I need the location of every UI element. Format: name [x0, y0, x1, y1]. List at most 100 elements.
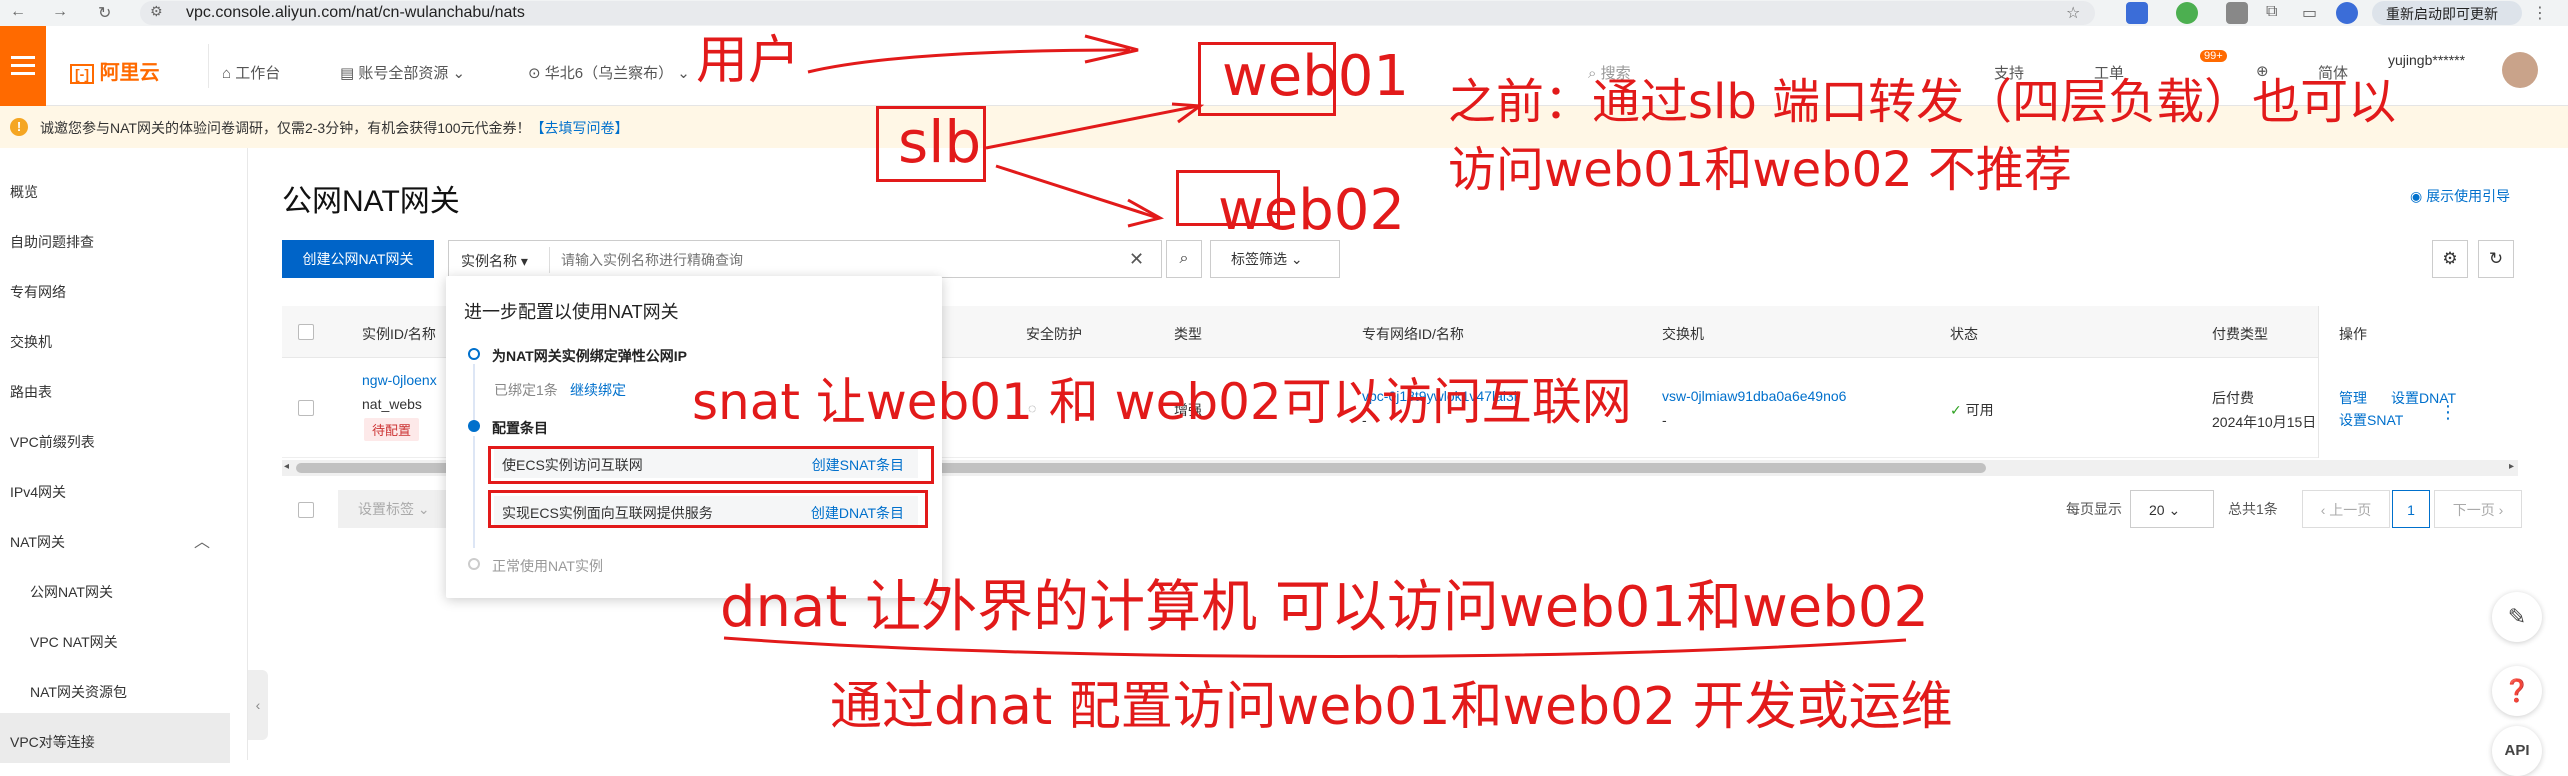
feedback-icon[interactable]: ❓	[2492, 666, 2542, 716]
manage-link[interactable]: 管理	[2339, 388, 2367, 408]
console-header: [-] 阿里云 ⌂ 工作台 ▤ 账号全部资源 ⌄ ⊙ 华北6（乌兰察布） ⌄ ⌕…	[0, 26, 2568, 106]
sidebar-collapse-handle[interactable]: ‹	[248, 670, 268, 740]
url-text[interactable]: vpc.console.aliyun.com/nat/cn-wulanchabu…	[186, 4, 525, 22]
sidebar-item-overview[interactable]: 概览	[10, 182, 38, 202]
sidebar-item-vpc-peering[interactable]: VPC对等连接	[10, 732, 95, 752]
api-icon[interactable]: API	[2492, 726, 2542, 776]
col-status: 状态	[1950, 326, 1978, 342]
work-order-link[interactable]: 工单	[2094, 62, 2124, 83]
help-icon[interactable]: ⊕	[2256, 62, 2269, 80]
sidebar-item-vswitch[interactable]: 交换机	[10, 332, 52, 352]
tag-filter-dropdown[interactable]: 标签筛选 ⌄	[1210, 240, 1340, 278]
account-resources-dropdown[interactable]: ▤ 账号全部资源 ⌄	[340, 62, 465, 83]
user-name[interactable]: yujingb******	[2388, 52, 2465, 68]
set-snat-link[interactable]: 设置SNAT	[2339, 410, 2403, 430]
step1-title: 为NAT网关实例绑定弹性公网IP	[492, 348, 687, 364]
vpc-link[interactable]: vpc-0j18t9ywlok1v47lal3l	[1362, 388, 1517, 404]
search-icon[interactable]: ⌕	[1166, 240, 1202, 278]
col-security: 安全防护	[1026, 326, 1082, 342]
sidebar-item-nat-package[interactable]: NAT网关资源包	[30, 682, 127, 702]
create-dnat-link[interactable]: 创建DNAT条目	[811, 503, 904, 523]
step1-bound: 已绑定1条	[494, 382, 558, 398]
sidebar-item-vpc-nat[interactable]: VPC NAT网关	[30, 632, 118, 652]
extension-gray-icon[interactable]	[2226, 2, 2248, 24]
refresh-icon[interactable]: ↻	[2478, 240, 2514, 278]
sidebar: 概览 自助问题排查 专有网络 交换机 路由表 VPC前缀列表 IPv4网关 NA…	[0, 148, 248, 763]
star-icon[interactable]: ☆	[2066, 3, 2080, 23]
survey-notice: ! 诚邀您参与NAT网关的体验问卷调研，仅需2-3分钟，有机会获得100元代金券…	[0, 106, 2568, 148]
col-ops: 操作	[2339, 326, 2367, 342]
reload-icon[interactable]: ↻	[98, 3, 111, 23]
annotation-web02: web02	[1218, 178, 1406, 243]
chevron-up-icon[interactable]: ︿	[194, 528, 210, 552]
sidebar-item-prefix-list[interactable]: VPC前缀列表	[10, 432, 95, 452]
site-info-icon[interactable]: ⚙	[150, 3, 163, 20]
more-icon[interactable]: ⋮	[2439, 402, 2457, 423]
sidebar-item-nat-gateway[interactable]: NAT网关	[10, 532, 65, 552]
select-all-checkbox[interactable]	[298, 324, 314, 340]
col-pay-type: 付费类型	[2212, 326, 2268, 342]
footer-checkbox[interactable]	[298, 502, 314, 518]
step2-title: 配置条目	[492, 420, 548, 436]
warning-icon: !	[10, 118, 28, 136]
batch-tag-button[interactable]: 设置标签 ⌄	[338, 490, 446, 528]
region-selector[interactable]: ⊙ 华北6（乌兰察布） ⌄	[528, 62, 690, 83]
workbench-link[interactable]: ⌂ 工作台	[222, 62, 280, 83]
snat-item-label: 使ECS实例访问互联网	[502, 457, 643, 473]
sidebar-item-public-nat[interactable]: 公网NAT网关	[30, 582, 113, 602]
pay-type: 后付费	[2212, 390, 2254, 406]
status-text: ✓ 可用	[1950, 402, 1994, 418]
col-type: 类型	[1174, 326, 1202, 342]
extension-download-icon[interactable]	[2126, 2, 2148, 24]
continue-bind-link[interactable]: 继续绑定	[570, 380, 626, 400]
prev-page-button[interactable]: ‹ 上一页	[2302, 490, 2390, 528]
status-badge: 待配置	[364, 418, 420, 441]
lang-switch[interactable]: 简体	[2318, 62, 2348, 83]
notice-text: 诚邀您参与NAT网关的体验问卷调研，仅需2-3分钟，有机会获得100元代金券！【…	[40, 120, 629, 136]
create-snat-link[interactable]: 创建SNAT条目	[812, 455, 904, 475]
sidebar-item-troubleshoot[interactable]: 自助问题排查	[10, 232, 94, 252]
profile-icon[interactable]	[2336, 2, 2358, 24]
guide-link[interactable]: ◉ 展示使用引导	[2410, 186, 2510, 206]
dnat-item-label: 实现ECS实例面向互联网提供服务	[502, 505, 713, 521]
col-instance: 实例ID/名称	[362, 326, 436, 342]
forward-icon[interactable]: →	[52, 3, 68, 21]
snat-config-item: 使ECS实例访问互联网 创建SNAT条目	[494, 448, 918, 478]
tab-icon[interactable]: ▭	[2302, 3, 2317, 23]
page-size-select[interactable]: 20 ⌄	[2130, 490, 2214, 528]
row-checkbox[interactable]	[298, 400, 314, 416]
edit-icon[interactable]: ✎	[2492, 592, 2542, 642]
vswitch-link[interactable]: vsw-0jlmiaw91dba0a6e49no6	[1662, 388, 1846, 404]
header-search[interactable]: ⌕ 搜索	[1588, 62, 1631, 83]
restart-update-button[interactable]: 重新启动即可更新	[2372, 1, 2522, 25]
filter-field-select[interactable]: 实例名称 ▾	[461, 251, 528, 271]
total-count: 总共1条	[2228, 501, 2278, 517]
survey-link[interactable]: 【去填写问卷】	[531, 120, 629, 136]
aliyun-logo[interactable]: [-] 阿里云	[70, 56, 160, 85]
browser-menu-icon[interactable]: ⋮	[2532, 3, 2548, 23]
next-page-button[interactable]: 下一页 ›	[2434, 490, 2522, 528]
page-title: 公网NAT网关	[282, 185, 460, 218]
page-1-button[interactable]: 1	[2392, 490, 2430, 528]
sidebar-item-vpc[interactable]: 专有网络	[10, 282, 66, 302]
instance-type: 增强	[1174, 402, 1202, 418]
popup-title: 进一步配置以使用NAT网关	[464, 302, 679, 322]
instance-id-link[interactable]: ngw-0jloenx	[362, 372, 437, 388]
config-guide-popover: 进一步配置以使用NAT网关 为NAT网关实例绑定弹性公网IP 已绑定1条 继续绑…	[446, 276, 942, 598]
extension-green-icon[interactable]	[2176, 2, 2198, 24]
settings-gear-icon[interactable]: ⚙	[2432, 240, 2468, 278]
create-nat-button[interactable]: 创建公网NAT网关	[282, 240, 434, 278]
extensions-icon[interactable]: ⧉	[2266, 3, 2277, 21]
annotation-web02-box	[1176, 170, 1280, 226]
search-input[interactable]	[561, 247, 1061, 273]
sidebar-item-ipv4-gateway[interactable]: IPv4网关	[10, 482, 66, 502]
step1-dot	[468, 348, 480, 360]
pay-date: 2024年10月15日	[2212, 414, 2317, 430]
avatar[interactable]	[2502, 52, 2538, 88]
back-icon[interactable]: ←	[10, 3, 26, 21]
clear-icon[interactable]: ✕	[1129, 249, 1144, 270]
support-link[interactable]: 支持	[1994, 62, 2024, 83]
sidebar-item-route-table[interactable]: 路由表	[10, 382, 52, 402]
restart-label: 重新启动即可更新	[2386, 6, 2498, 22]
menu-icon[interactable]	[0, 26, 46, 106]
